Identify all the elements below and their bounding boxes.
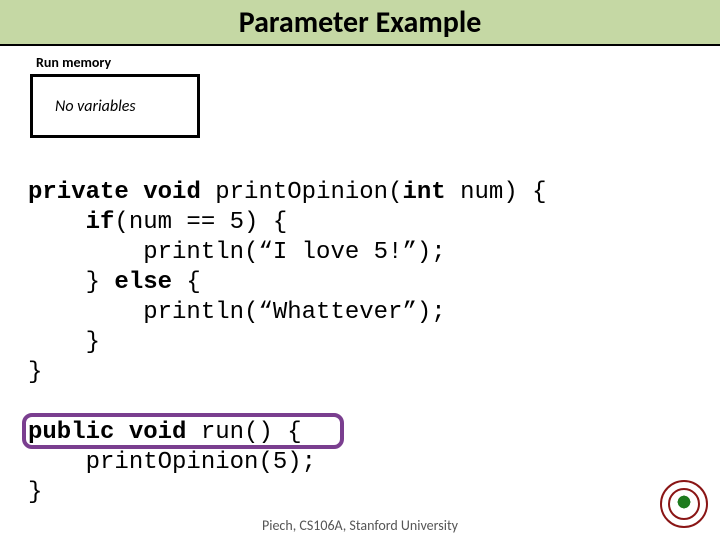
code-run: public void run() { printOpinion(5); } — [28, 418, 316, 508]
stanford-seal-icon — [660, 480, 708, 528]
footer-text: Piech, CS106A, Stanford University — [0, 517, 720, 534]
memory-label: Run memory — [36, 54, 111, 71]
memory-content: No variables — [55, 97, 136, 116]
slide: Parameter Example Run memory No variable… — [0, 0, 720, 540]
title-bar: Parameter Example — [0, 0, 720, 46]
slide-title: Parameter Example — [239, 4, 482, 41]
code-printopinion: private void printOpinion(int num) { if(… — [28, 178, 547, 388]
memory-box: No variables — [30, 74, 200, 138]
